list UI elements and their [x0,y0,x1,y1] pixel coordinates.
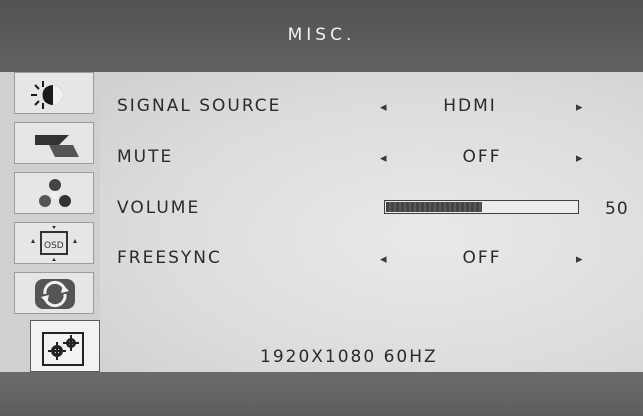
freesync-right-arrow[interactable]: ▸ [576,252,583,267]
sidebar: OSD [0,72,100,372]
brightness-contrast-icon [31,81,63,109]
sidebar-item-color[interactable] [14,172,94,214]
sidebar-item-brightness[interactable] [14,72,94,114]
mute-left-arrow[interactable]: ◂ [380,151,387,166]
reset-icon [35,279,75,309]
misc-settings-icon [42,332,84,366]
sidebar-item-reset[interactable] [14,272,94,314]
resolution-status: 1920X1080 60HZ [260,347,438,367]
svg-text:OSD: OSD [44,241,64,251]
signal-source-left-arrow[interactable]: ◂ [380,100,387,115]
bottom-bar [0,372,643,416]
settings-panel: SIGNAL SOURCE ◂ HDMI ▸ MUTE ◂ OFF ▸ VOLU… [100,72,643,372]
sidebar-item-osd[interactable]: OSD [14,222,94,264]
signal-source-value[interactable]: HDMI [420,96,520,116]
freesync-label: FREESYNC [117,248,222,268]
mute-label: MUTE [117,147,174,167]
volume-value: 50 [605,199,629,219]
sidebar-item-misc[interactable] [30,320,100,372]
color-temperature-icon [39,179,71,207]
osd-menu: MISC. OSD SIGNAL SOURCE ◂ HDMI ▸ MUTE ◂ … [0,0,643,416]
image-setup-icon [35,135,79,157]
title-bar: MISC. [0,0,643,68]
osd-settings-icon: OSD [31,226,77,261]
volume-slider[interactable] [384,200,579,214]
menu-title: MISC. [287,25,356,45]
freesync-left-arrow[interactable]: ◂ [380,252,387,267]
sidebar-item-image[interactable] [14,122,94,164]
mute-value[interactable]: OFF [432,147,532,167]
volume-slider-fill [386,202,482,212]
signal-source-label: SIGNAL SOURCE [117,96,282,116]
volume-label: VOLUME [117,198,201,218]
mute-right-arrow[interactable]: ▸ [576,151,583,166]
signal-source-right-arrow[interactable]: ▸ [576,100,583,115]
freesync-value[interactable]: OFF [432,248,532,268]
